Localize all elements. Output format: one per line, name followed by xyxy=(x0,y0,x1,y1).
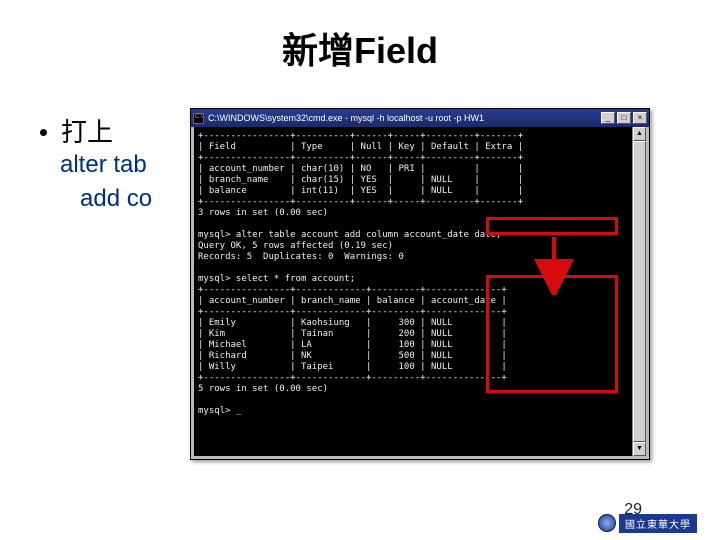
university-logo: 國立東華大學 xyxy=(598,512,710,534)
window-title: C:\WINDOWS\system32\cmd.exe - mysql -h l… xyxy=(208,113,601,123)
seal-icon xyxy=(598,514,616,532)
scrollbar[interactable]: ▲ ▼ xyxy=(632,127,646,456)
scroll-down-button[interactable]: ▼ xyxy=(633,442,646,456)
minimize-button[interactable]: _ xyxy=(601,112,615,124)
code-fragment: alter tab add co xyxy=(60,148,152,215)
scroll-thumb[interactable] xyxy=(633,141,646,442)
terminal-output[interactable]: +----------------+----------+------+----… xyxy=(194,127,646,456)
window-titlebar[interactable]: C:\WINDOWS\system32\cmd.exe - mysql -h l… xyxy=(191,109,649,127)
bullet-line: 打上 xyxy=(40,112,113,149)
university-name: 國立東華大學 xyxy=(619,514,697,533)
scroll-up-button[interactable]: ▲ xyxy=(633,127,646,141)
code-line-2: add co xyxy=(60,182,152,216)
code-line-1: alter tab xyxy=(60,148,152,182)
close-button[interactable]: × xyxy=(633,112,647,124)
window-buttons: _ □ × xyxy=(601,112,647,124)
slide-title: 新增Field xyxy=(0,22,720,74)
bullet-text: 打上 xyxy=(61,117,113,147)
maximize-button[interactable]: □ xyxy=(617,112,631,124)
cmd-icon xyxy=(193,113,204,124)
command-window: C:\WINDOWS\system32\cmd.exe - mysql -h l… xyxy=(190,108,650,460)
bullet-dot xyxy=(40,129,47,136)
slide: 新增Field 打上 alter tab add co C:\WINDOWS\s… xyxy=(0,0,720,540)
